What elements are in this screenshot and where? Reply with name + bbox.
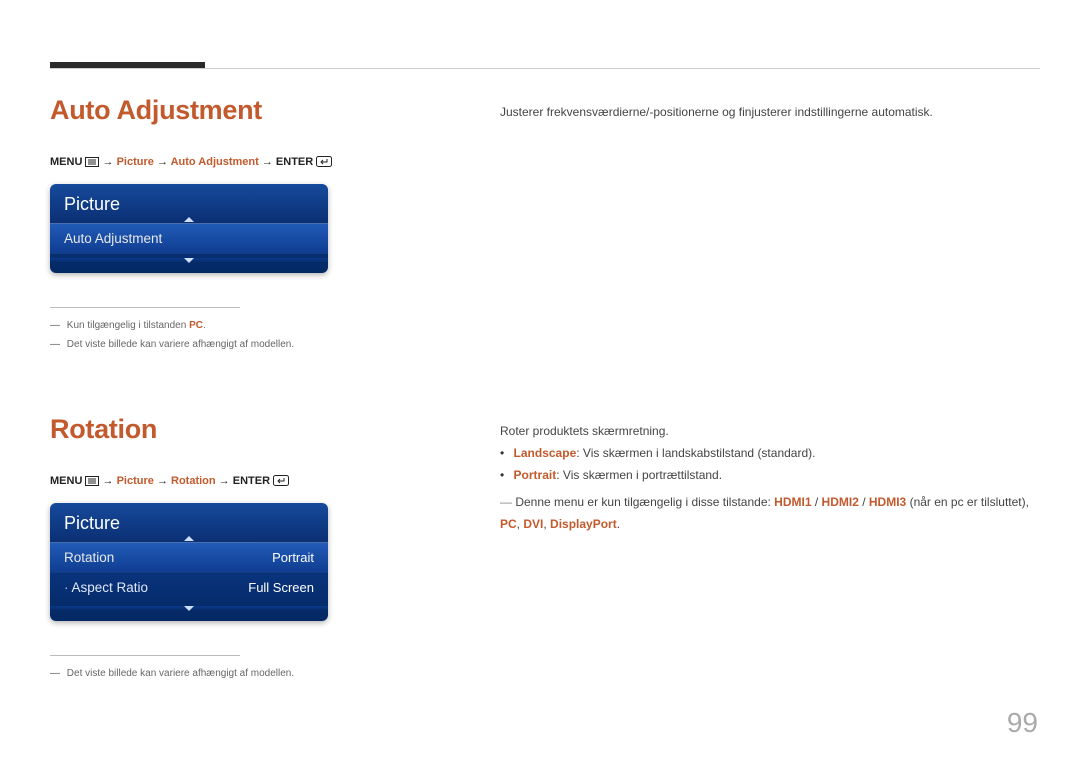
mode-hdmi2: HDMI2 (822, 495, 859, 509)
description-text: Justerer frekvensværdierne/-positionerne… (500, 105, 933, 119)
breadcrumb-arrow: → (219, 475, 233, 487)
mode-pc: PC (500, 517, 517, 531)
breadcrumb-arrow: → (157, 156, 171, 168)
mode-hdmi1: HDMI1 (774, 495, 811, 509)
bullet-text: : Vis skærmen i portrættilstand. (556, 468, 722, 482)
mode-dvi: DVI (523, 517, 543, 531)
dash-icon: ― (50, 668, 60, 679)
scroll-up-icon (184, 217, 194, 222)
osd-row-label: Rotation (64, 550, 114, 565)
osd-body: Rotation Portrait Aspect Ratio Full Scre… (50, 542, 328, 621)
breadcrumb-enter-label: ENTER (233, 475, 270, 487)
mode-hdmi3: HDMI3 (869, 495, 906, 509)
breadcrumb-arrow: → (157, 475, 171, 487)
sep: / (812, 495, 822, 509)
note-end: . (617, 517, 620, 531)
osd-row-aspect-ratio[interactable]: Aspect Ratio Full Screen (50, 573, 328, 602)
note-prefix: Denne menu er kun tilgængelig i disse ti… (515, 495, 774, 509)
breadcrumb-item: Rotation (171, 475, 216, 487)
footnote-line: ― Det viste billede kan variere afhængig… (50, 664, 1040, 683)
breadcrumb-picture: Picture (117, 156, 154, 168)
footnote-text: Det viste billede kan variere afhængigt … (67, 339, 294, 350)
footnote-divider (50, 307, 240, 308)
description-rotation: Roter produktets skærmretning. Landscape… (500, 420, 1040, 535)
bullet-label-landscape: Landscape (514, 446, 577, 460)
dash-icon: ― (500, 495, 512, 509)
footnote-divider (50, 655, 240, 656)
rotation-note: ― Denne menu er kun tilgængelig i disse … (500, 491, 1040, 535)
dash-icon: ― (50, 339, 60, 350)
footnote-suffix: . (203, 320, 206, 331)
osd-row-value: Full Screen (248, 580, 314, 595)
footnote-line: ― Det viste billede kan variere afhængig… (50, 335, 1040, 354)
breadcrumb-menu-label: MENU (50, 156, 82, 168)
menu-icon (85, 157, 99, 170)
scroll-down-wrap (50, 606, 328, 611)
enter-icon (316, 156, 332, 170)
osd-body: Auto Adjustment (50, 223, 328, 273)
mode-displayport: DisplayPort (550, 517, 617, 531)
dash-icon: ― (50, 320, 60, 331)
breadcrumb-picture: Picture (117, 475, 154, 487)
osd-row-rotation[interactable]: Rotation Portrait (50, 542, 328, 573)
page-content: Auto Adjustment MENU → Picture → Auto Ad… (50, 95, 1040, 683)
footnote-line: ― Kun tilgængelig i tilstanden PC. (50, 316, 1040, 335)
osd-header: Picture (50, 184, 328, 223)
description-auto-adjustment: Justerer frekvensværdierne/-positionerne… (500, 101, 933, 123)
osd-header: Picture (50, 503, 328, 542)
osd-title: Picture (64, 194, 120, 214)
bullet-text: : Vis skærmen i landskabstilstand (stand… (576, 446, 815, 460)
list-item: Landscape: Vis skærmen i landskabstilsta… (514, 442, 1040, 464)
bullet-label-portrait: Portrait (514, 468, 557, 482)
scroll-down-icon (184, 258, 194, 263)
breadcrumb-arrow: → (262, 156, 276, 168)
footnote-block-1: ― Kun tilgængelig i tilstanden PC. ― Det… (50, 316, 1040, 354)
rotation-intro: Roter produktets skærmretning. (500, 420, 1040, 442)
breadcrumb-item: Auto Adjustment (171, 156, 259, 168)
osd-row-label: Auto Adjustment (64, 231, 162, 246)
osd-panel-auto-adjustment: Picture Auto Adjustment (50, 184, 328, 273)
scroll-down-icon (184, 606, 194, 611)
enter-icon (273, 475, 289, 489)
header-rule (50, 68, 1040, 69)
footnote-block-2: ― Det viste billede kan variere afhængig… (50, 664, 1040, 683)
osd-row-auto-adjustment[interactable]: Auto Adjustment (50, 223, 328, 254)
sep: / (859, 495, 869, 509)
breadcrumb-auto-adjustment: MENU → Picture → Auto Adjustment → ENTER (50, 156, 1040, 170)
footnote-text: Kun tilgængelig i tilstanden (67, 320, 189, 331)
scroll-up-icon (184, 536, 194, 541)
footnote-text: Det viste billede kan variere afhængigt … (67, 668, 294, 679)
list-item: Portrait: Vis skærmen i portrættilstand. (514, 464, 1040, 486)
osd-row-label: Aspect Ratio (64, 580, 148, 595)
osd-row-value: Portrait (272, 550, 314, 565)
breadcrumb-arrow: → (103, 156, 117, 168)
footnote-pc: PC (189, 320, 203, 331)
osd-panel-rotation: Picture Rotation Portrait Aspect Ratio F… (50, 503, 328, 621)
osd-title: Picture (64, 513, 120, 533)
rotation-bullet-list: Landscape: Vis skærmen i landskabstilsta… (500, 442, 1040, 486)
page-number: 99 (1007, 707, 1038, 739)
breadcrumb-arrow: → (103, 475, 117, 487)
note-paren: (når en pc er tilsluttet), (906, 495, 1029, 509)
menu-icon (85, 476, 99, 489)
breadcrumb-enter-label: ENTER (276, 156, 313, 168)
breadcrumb-menu-label: MENU (50, 475, 82, 487)
scroll-down-wrap (50, 258, 328, 263)
